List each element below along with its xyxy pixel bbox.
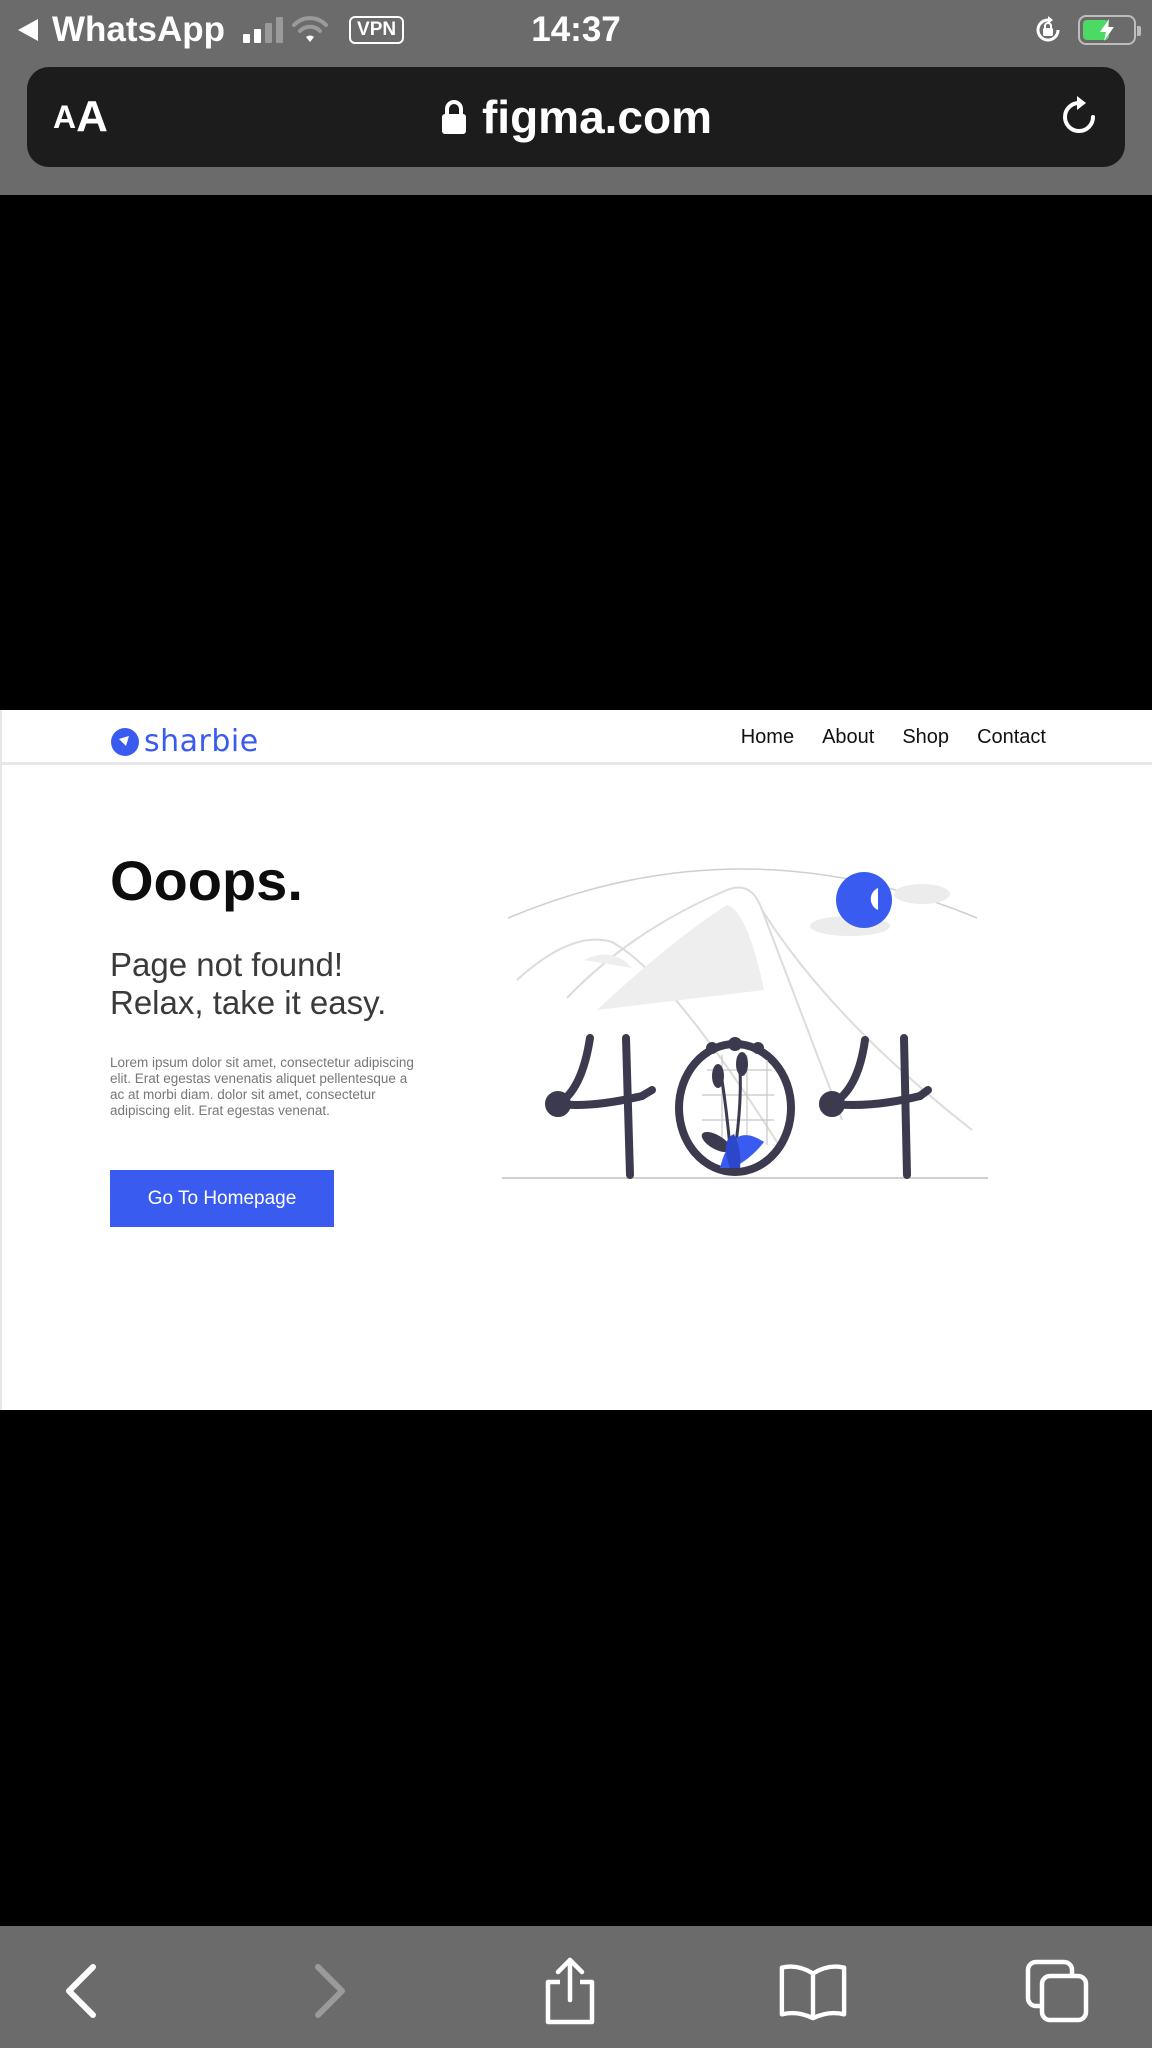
battery-icon (1078, 15, 1141, 45)
logo-mark-icon (111, 727, 139, 756)
lock-icon (441, 100, 466, 134)
share-icon (545, 1957, 595, 2025)
logo-text: sharbie (144, 724, 259, 759)
book-icon (779, 1964, 847, 2021)
address-bar[interactable]: AA figma.com (27, 67, 1125, 167)
bookmarks-button[interactable] (778, 1956, 848, 2026)
back-button[interactable] (46, 1956, 116, 2026)
figma-prototype-frame: sharbie Home About Shop Contact Ooops. P… (0, 710, 1152, 1410)
status-bar: WhatsApp VPN 14:37 (0, 0, 1152, 60)
site-navbar: sharbie Home About Shop Contact (2, 710, 1152, 765)
rotation-lock-icon (1036, 16, 1060, 42)
url-display[interactable]: figma.com (27, 67, 1125, 167)
nav-contact[interactable]: Contact (977, 726, 1046, 749)
letterbox-bottom (0, 1410, 1152, 1926)
nav-shop[interactable]: Shop (902, 726, 949, 749)
clock: 14:37 (531, 10, 621, 49)
tabs-icon (1025, 1959, 1089, 2023)
browser-toolbar (0, 1926, 1152, 2048)
go-to-homepage-button[interactable]: Go To Homepage (110, 1170, 334, 1227)
reload-icon[interactable] (1055, 93, 1103, 141)
chevron-left-icon (66, 1964, 96, 2018)
status-right (1032, 12, 1141, 48)
page-title: Ooops. (110, 849, 303, 912)
404-illustration (502, 868, 988, 1179)
tabs-button[interactable] (1022, 1956, 1092, 2026)
url-text: figma.com (481, 91, 713, 143)
chevron-right-icon (315, 1964, 345, 2018)
nav-about[interactable]: About (822, 726, 874, 749)
page-body-text: Lorem ipsum dolor sit amet, consectetur … (110, 1055, 414, 1118)
site-logo[interactable]: sharbie (110, 724, 259, 759)
forward-button[interactable] (295, 1956, 365, 2026)
page-subtitle: Page not found! Relax, take it easy. (110, 946, 387, 1021)
share-button[interactable] (535, 1956, 605, 2026)
nav-home[interactable]: Home (741, 726, 794, 749)
nav-links: Home About Shop Contact (741, 710, 1046, 765)
browser-chrome: AA figma.com (0, 60, 1152, 195)
letterbox-top (0, 195, 1152, 710)
